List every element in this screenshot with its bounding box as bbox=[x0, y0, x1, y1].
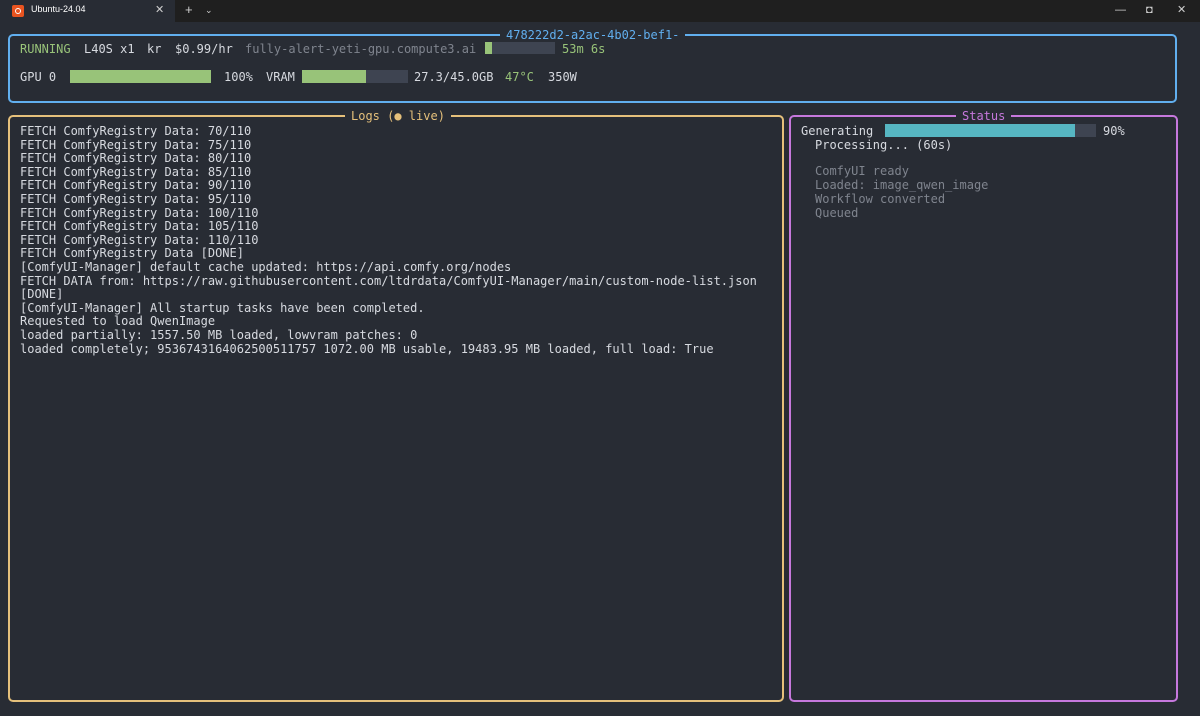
vram-bar-fill bbox=[302, 70, 367, 83]
log-line: FETCH ComfyRegistry Data: 85/110 bbox=[20, 164, 252, 179]
tab-dropdown-icon[interactable]: ⌄ bbox=[205, 4, 213, 16]
gpu-util-text: 100% bbox=[224, 70, 253, 84]
uptime-bar-fill bbox=[485, 42, 492, 54]
log-line: FETCH DATA from: https://raw.githubuserc… bbox=[20, 273, 757, 288]
gpu-util-bar bbox=[70, 70, 211, 83]
generation-progress-fill bbox=[885, 124, 1075, 137]
gpu-power: 350W bbox=[548, 70, 577, 84]
log-line: [ComfyUI-Manager] All startup tasks have… bbox=[20, 300, 425, 315]
close-window-button[interactable]: ✕ bbox=[1177, 3, 1186, 17]
instance-id: 478222d2-a2ac-4b02-bef1- bbox=[500, 27, 686, 43]
log-line: loaded completely; 953674316406250051175… bbox=[20, 341, 714, 356]
progress-percent: 90% bbox=[1103, 124, 1125, 138]
ubuntu-icon bbox=[12, 5, 24, 17]
log-line: FETCH ComfyRegistry Data: 90/110 bbox=[20, 178, 252, 193]
tab-title: Ubuntu-24.04 bbox=[31, 4, 86, 14]
uptime: 53m 6s bbox=[562, 42, 606, 56]
instance-panel: 478222d2-a2ac-4b02-bef1- RUNNING L40S x1… bbox=[8, 27, 1177, 103]
log-line: [DONE] bbox=[20, 287, 64, 302]
status-label: Generating bbox=[801, 124, 874, 138]
log-line: [ComfyUI-Manager] default cache updated:… bbox=[20, 259, 512, 274]
vram-bar bbox=[302, 70, 408, 83]
maximize-button[interactable]: ◘ bbox=[1146, 3, 1153, 17]
status-detail: Processing... (60s) bbox=[815, 138, 953, 152]
region: kr bbox=[147, 42, 162, 56]
log-line: FETCH ComfyRegistry Data: 70/110 bbox=[20, 124, 252, 138]
uptime-bar bbox=[485, 42, 555, 54]
vram-text: 27.3/45.0GB bbox=[414, 70, 494, 84]
log-line: FETCH ComfyRegistry Data: 100/110 bbox=[20, 205, 259, 220]
logs-title: Logs (● live) bbox=[345, 108, 451, 124]
minimize-button[interactable]: — bbox=[1115, 3, 1126, 17]
status-title: Status bbox=[956, 108, 1012, 124]
terminal-tab[interactable]: Ubuntu-24.04 ✕ bbox=[0, 0, 175, 22]
gpu-type: L40S x1 bbox=[84, 42, 135, 56]
vram-label: VRAM bbox=[266, 70, 295, 84]
instance-state: RUNNING bbox=[20, 42, 71, 56]
log-line: FETCH ComfyRegistry Data: 110/110 bbox=[20, 232, 259, 247]
log-line: FETCH ComfyRegistry Data [DONE] bbox=[20, 246, 244, 261]
history-item: Queued bbox=[815, 206, 859, 220]
price: $0.99/hr bbox=[175, 42, 233, 56]
history-item: Workflow converted bbox=[815, 192, 946, 206]
log-output[interactable]: FETCH ComfyRegistry Data: 70/110 FETCH C… bbox=[20, 124, 757, 356]
tab-close-icon[interactable]: ✕ bbox=[155, 3, 164, 17]
hostname: fully-alert-yeti-gpu.compute3.ai bbox=[245, 42, 477, 56]
log-line: loaded partially: 1557.50 MB loaded, low… bbox=[20, 327, 418, 342]
status-panel: Status Generating 90% Processing... (60s… bbox=[789, 108, 1178, 702]
generation-progress-bar bbox=[885, 124, 1096, 137]
window-titlebar: Ubuntu-24.04 ✕ + ⌄ — ◘ ✕ bbox=[0, 0, 1200, 22]
log-line: FETCH ComfyRegistry Data: 105/110 bbox=[20, 219, 259, 234]
history-item: ComfyUI ready bbox=[815, 164, 909, 178]
gpu-temp: 47°C bbox=[505, 70, 534, 84]
log-line: FETCH ComfyRegistry Data: 75/110 bbox=[20, 137, 252, 152]
logs-panel[interactable]: Logs (● live) FETCH ComfyRegistry Data: … bbox=[8, 108, 784, 702]
gpu-label: GPU 0 bbox=[20, 70, 57, 84]
gpu-util-bar-fill bbox=[70, 70, 211, 83]
new-tab-button[interactable]: + bbox=[185, 2, 193, 18]
log-line: Requested to load QwenImage bbox=[20, 314, 216, 329]
history-item: Loaded: image_qwen_image bbox=[815, 178, 989, 192]
log-line: FETCH ComfyRegistry Data: 80/110 bbox=[20, 151, 252, 166]
log-line: FETCH ComfyRegistry Data: 95/110 bbox=[20, 191, 252, 206]
